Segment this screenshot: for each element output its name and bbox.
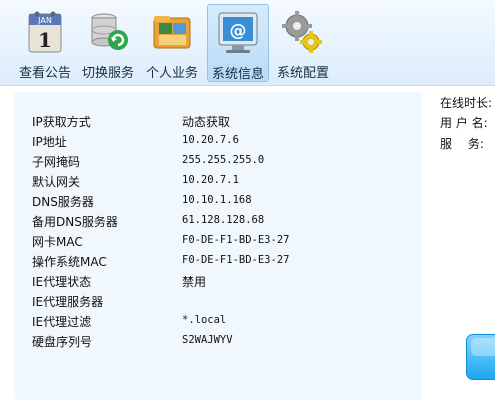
toolbar-item-announcements[interactable]: JAN 1 查看公告 bbox=[14, 4, 76, 82]
toolbar-item-system-info[interactable]: @ 系统信息 bbox=[207, 4, 269, 82]
info-key: 子网掩码 bbox=[32, 155, 81, 169]
username-label: 用 户 名: bbox=[440, 116, 488, 130]
toolbar-item-personal-business[interactable]: 个人业务 bbox=[141, 4, 203, 82]
info-value: 动态获取 bbox=[182, 115, 231, 129]
info-value: 10.10.1.168 bbox=[182, 194, 252, 206]
info-key: 默认网关 bbox=[32, 175, 81, 189]
info-value: 61.128.128.68 bbox=[182, 214, 265, 226]
calendar-day: 1 bbox=[38, 28, 52, 52]
info-key: IE代理过滤 bbox=[32, 315, 92, 329]
svg-text:@: @ bbox=[230, 21, 247, 41]
toolbar-label: 系统配置 bbox=[276, 66, 329, 81]
info-value: 255.255.255.0 bbox=[182, 154, 265, 166]
info-key: IE代理服务器 bbox=[32, 295, 104, 309]
info-key: IP获取方式 bbox=[32, 115, 91, 129]
corner-action-button[interactable] bbox=[466, 334, 495, 380]
calendar-month: JAN bbox=[37, 16, 52, 25]
info-value: F0-DE-F1-BD-E3-27 bbox=[182, 254, 290, 266]
info-key: 备用DNS服务器 bbox=[32, 215, 118, 229]
toolbar-item-switch-service[interactable]: 切换服务 bbox=[77, 4, 139, 82]
toolbar-label: 系统信息 bbox=[211, 67, 264, 82]
gears-icon bbox=[282, 11, 322, 53]
button-shine bbox=[471, 338, 495, 356]
toolbar-item-system-config[interactable]: 系统配置 bbox=[272, 4, 334, 82]
info-value: 10.20.7.6 bbox=[182, 134, 239, 146]
database-refresh-icon bbox=[91, 13, 128, 50]
system-info-panel: IP获取方式 动态获取 IP地址 10.20.7.6 子网掩码 255.255.… bbox=[14, 92, 422, 400]
calendar-icon: JAN 1 bbox=[28, 11, 62, 53]
toolbar: JAN 1 查看公告 切换服务 个人业务 @ 系统信息 系统配置 bbox=[0, 0, 495, 86]
info-value: S2WAJWYV bbox=[182, 334, 233, 346]
info-value: F0-DE-F1-BD-E3-27 bbox=[182, 234, 290, 246]
info-key: IP地址 bbox=[32, 135, 67, 149]
service-label: 服 务: bbox=[440, 137, 484, 151]
info-value: *.local bbox=[182, 314, 227, 326]
toolbar-label: 切换服务 bbox=[81, 66, 134, 81]
toolbar-label: 个人业务 bbox=[145, 66, 198, 81]
info-key: 网卡MAC bbox=[32, 235, 83, 249]
folder-icon bbox=[153, 16, 191, 49]
info-key: DNS服务器 bbox=[32, 195, 94, 209]
info-value: 10.20.7.1 bbox=[182, 174, 239, 186]
info-key: IE代理状态 bbox=[32, 275, 92, 289]
monitor-at-icon: @ bbox=[218, 12, 258, 53]
info-key: 操作系统MAC bbox=[32, 255, 107, 269]
online-duration-label: 在线时长: bbox=[440, 96, 493, 110]
info-key: 硬盘序列号 bbox=[32, 335, 93, 349]
toolbar-label: 查看公告 bbox=[18, 66, 71, 81]
info-value: 禁用 bbox=[182, 275, 207, 289]
